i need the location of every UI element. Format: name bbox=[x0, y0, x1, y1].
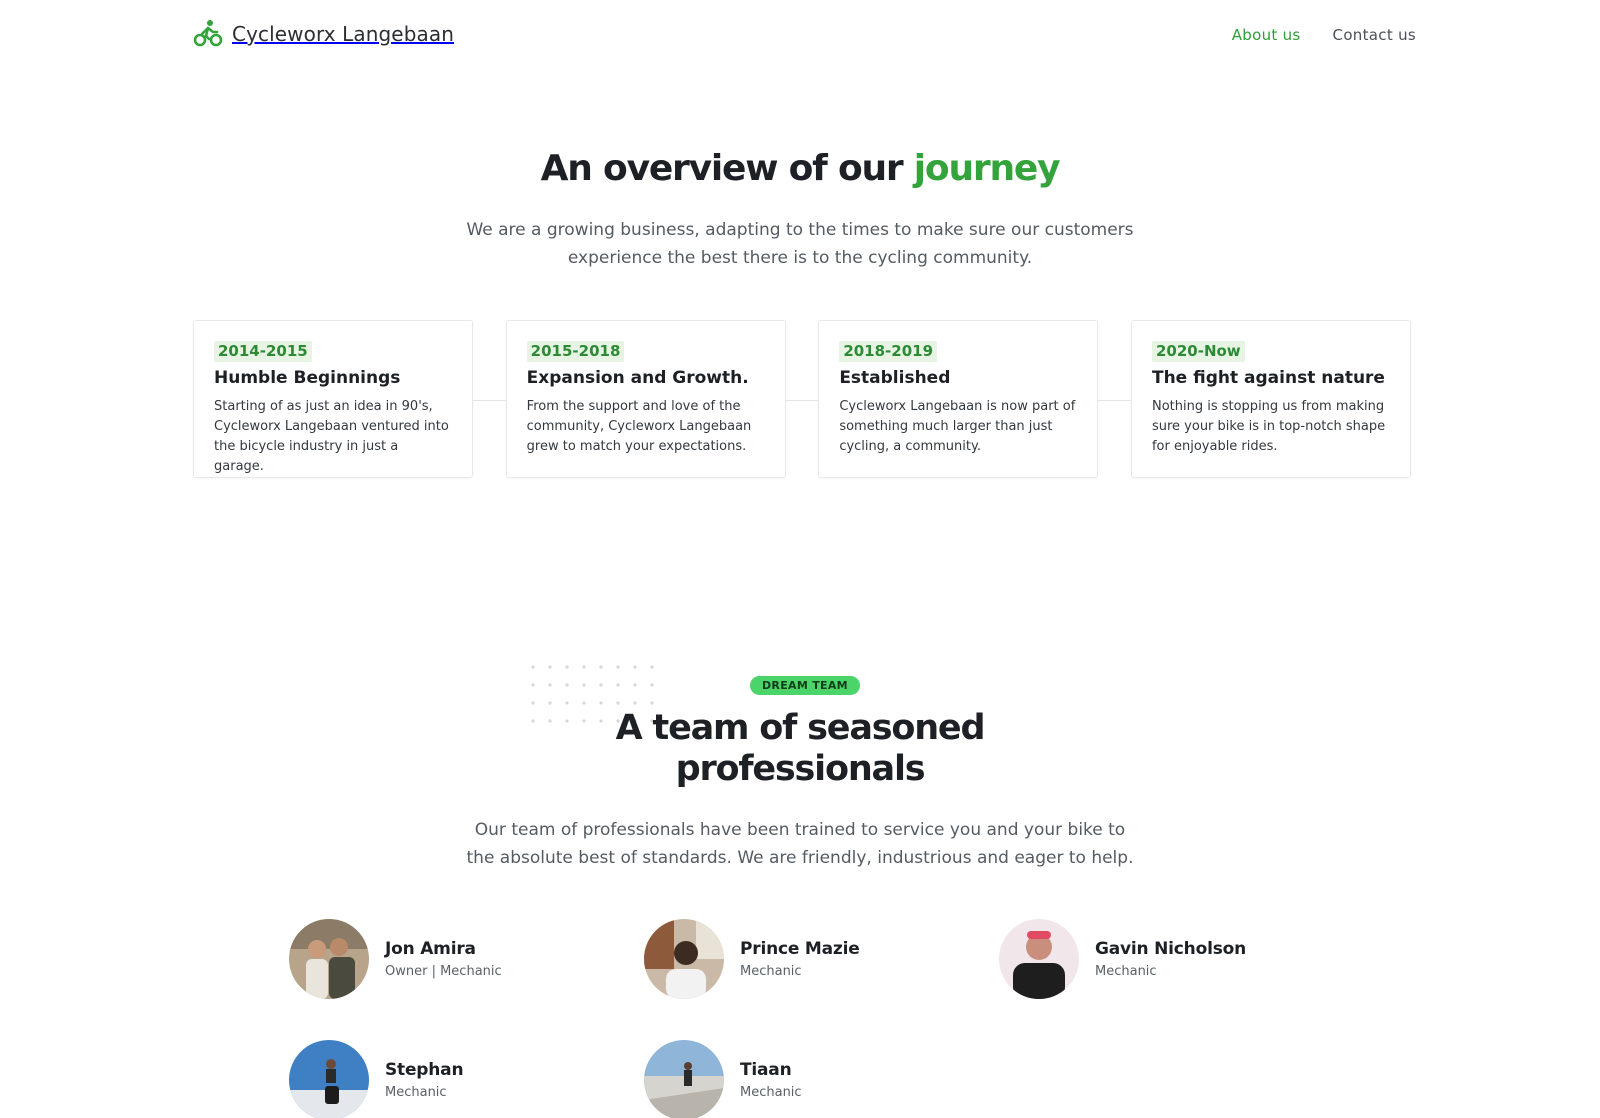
team-member: Stephan Mechanic bbox=[289, 1040, 464, 1118]
year-badge: 2020-Now bbox=[1151, 341, 1245, 362]
avatar bbox=[289, 919, 369, 999]
timeline-card: 2015-2018 Expansion and Growth. From the… bbox=[505, 320, 786, 478]
year-badge: 2015-2018 bbox=[526, 341, 625, 362]
team-member: Tiaan Mechanic bbox=[644, 1040, 802, 1118]
team-title: A team of seasoned professionals bbox=[615, 708, 986, 789]
team-subtitle: Our team of professionals have been trai… bbox=[466, 820, 1134, 868]
card-text: Starting of as just an idea in 90's, Cyc… bbox=[214, 399, 449, 474]
brand-name: Cycleworx Langebaan bbox=[232, 22, 454, 46]
card-text: Nothing is stopping us from making sure … bbox=[1151, 399, 1386, 454]
nav-about-us[interactable]: About us bbox=[1232, 26, 1301, 44]
year-badge: 2018-2019 bbox=[839, 341, 938, 362]
member-role: Mechanic bbox=[740, 1085, 802, 1100]
dream-team-badge: DREAM TEAM bbox=[750, 676, 860, 695]
avatar bbox=[289, 1040, 369, 1118]
card-title: Expansion and Growth. bbox=[526, 368, 749, 388]
team-member: Gavin Nicholson Mechanic bbox=[999, 919, 1246, 999]
card-title: The fight against nature bbox=[1151, 368, 1385, 388]
team-member: Jon Amira Owner | Mechanic bbox=[289, 919, 502, 999]
timeline-cards: 2014-2015 Humble Beginnings Starting of … bbox=[193, 320, 1411, 478]
main-nav: About us Contact us bbox=[1232, 26, 1416, 44]
site-header: Cycleworx Langebaan About us Contact us bbox=[0, 0, 1600, 72]
avatar bbox=[644, 919, 724, 999]
member-name: Tiaan bbox=[740, 1060, 792, 1080]
journey-title: An overview of our journey bbox=[0, 148, 1600, 189]
journey-subtitle: We are a growing business, adapting to t… bbox=[466, 220, 1134, 268]
member-name: Jon Amira bbox=[385, 939, 476, 959]
card-title: Established bbox=[839, 368, 951, 388]
avatar bbox=[999, 919, 1079, 999]
timeline-card: 2020-Now The fight against nature Nothin… bbox=[1130, 320, 1411, 478]
member-role: Mechanic bbox=[1095, 964, 1157, 979]
avatar bbox=[644, 1040, 724, 1118]
card-title: Humble Beginnings bbox=[214, 368, 401, 388]
timeline-card: 2014-2015 Humble Beginnings Starting of … bbox=[193, 320, 473, 478]
nav-contact-us[interactable]: Contact us bbox=[1333, 26, 1416, 44]
card-text: From the support and love of the communi… bbox=[526, 399, 752, 454]
year-badge: 2014-2015 bbox=[214, 341, 312, 362]
timeline-card: 2018-2019 Established Cycleworx Langebaa… bbox=[818, 320, 1099, 478]
member-name: Stephan bbox=[385, 1060, 464, 1080]
journey-title-accent: journey bbox=[913, 148, 1061, 189]
brand-link[interactable]: Cycleworx Langebaan bbox=[193, 19, 454, 49]
cyclist-icon bbox=[193, 20, 223, 47]
card-text: Cycleworx Langebaan is now part of somet… bbox=[839, 399, 1076, 454]
member-role: Owner | Mechanic bbox=[385, 964, 502, 979]
member-role: Mechanic bbox=[740, 964, 802, 979]
team-member: Prince Mazie Mechanic bbox=[644, 919, 860, 999]
member-name: Gavin Nicholson bbox=[1095, 939, 1246, 959]
journey-title-main: An overview of our bbox=[540, 148, 914, 189]
member-name: Prince Mazie bbox=[740, 939, 860, 959]
member-role: Mechanic bbox=[385, 1085, 447, 1100]
